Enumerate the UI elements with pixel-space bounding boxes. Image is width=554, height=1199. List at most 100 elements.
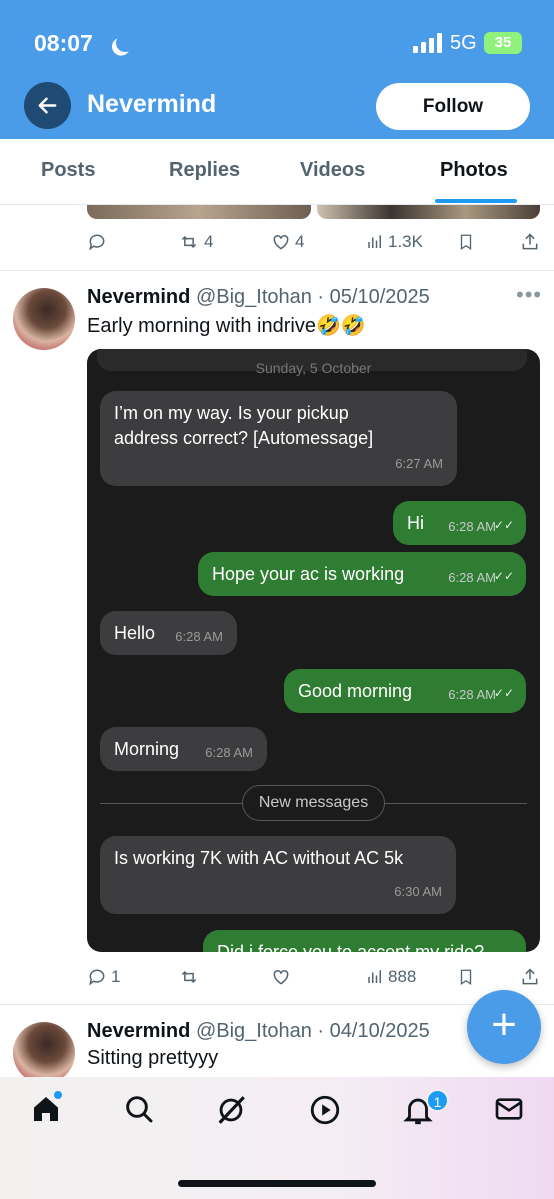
grok-icon[interactable] [214,1093,248,1127]
status-time: 08:07 [34,30,93,56]
chat-bubble-sent: Did i force you to accept my ride? [203,930,526,952]
views-button[interactable]: 1.3K [366,232,423,252]
chat-date-label: Sunday, 5 October [255,360,372,376]
compose-button[interactable]: + [467,990,541,1064]
message-time: 6:27 AM [395,456,443,471]
battery-indicator: 35 [484,32,522,54]
reply-icon [89,969,105,986]
profile-title: Nevermind [87,90,217,118]
reply-button[interactable]: 1 [87,967,120,987]
share-icon [522,233,538,250]
message-time: 6:28 AM [448,570,496,585]
bookmark-button[interactable] [457,967,475,987]
tweet-image[interactable]: Sunday, 5 October I’m on my way. Is your… [87,349,540,952]
search-icon[interactable] [123,1093,155,1125]
chat-bubble-received: I’m on my way. Is your pickup address co… [100,391,457,486]
home-unread-dot [54,1091,62,1099]
more-options-icon[interactable]: ••• [516,282,542,308]
heart-icon [273,969,289,985]
tweet-text: Sitting prettyyy [87,1047,219,1069]
tweet-actions: 1 888 [0,967,554,997]
tab-replies[interactable]: Replies [169,159,240,182]
views-button[interactable]: 888 [366,967,416,987]
message-time: 6:28 AM [448,519,496,534]
bookmark-icon [460,969,472,986]
share-button[interactable] [520,232,540,252]
tab-posts[interactable]: Posts [41,159,95,182]
repost-icon [181,970,197,984]
like-button[interactable] [271,967,291,987]
repost-count: 4 [204,232,214,251]
notifications-badge: 1 [426,1089,449,1112]
double-check-icon: ✓✓ [493,518,514,532]
arrow-left-icon [38,97,57,114]
views-icon [368,235,381,248]
message-text: Hi [407,513,424,533]
tweet-author-name[interactable]: Nevermind [87,1020,190,1042]
tab-videos[interactable]: Videos [300,159,365,182]
like-count: 4 [295,232,305,251]
like-button[interactable]: 4 [271,232,304,252]
active-tab-indicator [435,199,517,203]
double-check-icon: ✓✓ [493,686,514,700]
previous-tweet-image[interactable] [87,205,311,219]
home-indicator [178,1180,376,1187]
reply-button[interactable] [87,232,107,252]
signal-icon [413,33,443,53]
views-icon [368,970,381,983]
chat-bubble-received: Hello 6:28 AM [100,611,237,655]
reply-count: 1 [111,967,121,986]
bookmark-button[interactable] [457,232,475,252]
tweet-header: Nevermind @Big_Itohan · 05/10/2025 [87,286,430,308]
profile-tabs: Posts Replies Videos Photos [0,139,554,205]
tweet-text: Early morning with indrive🤣🤣 [87,315,366,337]
message-text: Morning [114,739,180,759]
avatar[interactable] [13,1022,75,1084]
repost-icon [181,235,197,249]
bookmark-icon [460,234,472,251]
chat-bubble-sent: Good morning 6:28 AM ✓✓ [284,669,526,713]
views-count: 1.3K [388,232,423,251]
tweet-author-name[interactable]: Nevermind [87,286,190,308]
views-count: 888 [388,967,417,986]
avatar[interactable] [13,288,75,350]
tab-photos[interactable]: Photos [440,159,508,182]
previous-tweet-image[interactable] [317,205,540,219]
follow-button[interactable]: Follow [376,83,530,130]
message-time: 6:30 AM [394,884,442,899]
message-text: I’m on my way. Is your pickup address co… [114,403,374,448]
new-messages-divider: New messages [242,785,385,821]
tweet-author-handle[interactable]: @Big_Itohan [196,1020,312,1042]
tweet-date[interactable]: 05/10/2025 [330,286,430,308]
heart-icon [273,234,289,250]
tweet-date[interactable]: 04/10/2025 [330,1020,430,1042]
back-button[interactable] [24,82,71,129]
separator-line [100,803,242,804]
messages-envelope-icon[interactable] [493,1093,525,1125]
share-button[interactable] [520,967,540,987]
message-time: 6:28 AM [175,629,223,644]
message-time: 6:28 AM [205,745,253,760]
chat-bubble-sent: Hope your ac is working 6:28 AM ✓✓ [198,552,526,596]
message-text: Hope your ac is working [212,564,405,584]
moon-icon [113,31,136,54]
message-text: Good morning [298,681,413,701]
chat-bubble-received: Is working 7K with AC without AC 5k 6:30… [100,836,456,914]
message-time: 6:28 AM [448,687,496,702]
video-play-icon[interactable] [308,1093,342,1127]
reply-icon [89,234,105,251]
message-text: Hello [114,623,156,643]
tweet-author-handle[interactable]: @Big_Itohan [196,286,312,308]
network-type: 5G [450,32,477,54]
message-text: Did i force you to accept my ride? [217,942,485,952]
plus-icon: + [491,1000,517,1049]
repost-button[interactable] [178,967,200,987]
double-check-icon: ✓✓ [493,569,514,583]
repost-button[interactable]: 4 [178,232,213,252]
previous-tweet-actions: 4 4 1.3K [0,232,554,262]
tweet-divider [0,270,554,271]
share-icon [522,968,538,985]
separator-line [385,803,527,804]
tweet-divider [0,1004,554,1005]
profile-header: 08:07 5G 35 Nevermind Follow [0,0,554,139]
